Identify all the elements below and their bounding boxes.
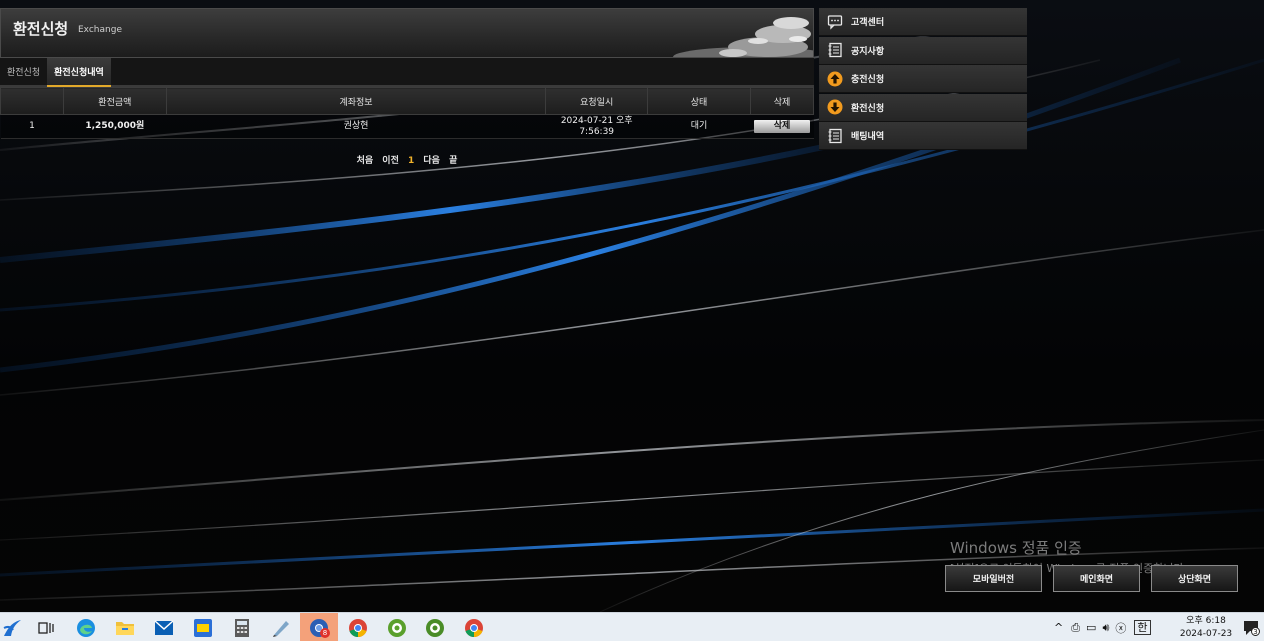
menu-charge-request[interactable]: 충전신청 [819,65,1027,93]
app-start-icon[interactable] [0,617,24,639]
row-date-line2: 7:56:39 [579,126,615,137]
pager-next[interactable]: 다음 [423,156,440,166]
menu-exchange-request[interactable]: 환전신청 [819,93,1027,122]
clock-date: 2024-07-23 [1179,629,1233,639]
task-view-icon[interactable] [35,617,57,639]
panel-title: 환전신청 [13,20,69,38]
table-header-row: 환전금액 계좌정보 요청일시 상태 삭제 [0,87,815,115]
network-icon[interactable]: ▭ [1086,621,1096,634]
mobile-version-button[interactable]: 모바일버전 [945,565,1042,592]
close-circle-icon[interactable]: ⓧ [1115,620,1126,636]
coin-pile-icon [673,17,813,57]
row-date: 2024-07-21 오후 7:56:39 [545,114,648,139]
arrow-down-circle-icon [827,99,843,115]
notepad-icon [828,128,842,143]
row-no: 1 [0,114,64,139]
system-tray: ^ ⎙ ▭ 🔊︎ ⓧ 한 [1054,613,1151,641]
header-date: 요청일시 [545,87,649,115]
menu-notice[interactable]: 공지사항 [819,36,1027,65]
row-delete-cell: 삭제 [750,114,814,139]
menu-betting-history[interactable]: 배팅내역 [819,122,1027,150]
menu-label: 환전신청 [851,103,885,114]
side-menu: 고객센터 공지사항 충전신청 환전신청 배팅내역 [819,8,1027,151]
chrome-active-icon[interactable]: 8 [300,613,338,641]
row-amount: 1,250,000원 [63,114,167,139]
header-amount: 환전금액 [62,87,167,115]
panel-subtitle: Exchange [78,25,122,35]
volume-icon[interactable]: 🔊︎ [1102,621,1109,635]
header-account: 계좌정보 [165,87,547,115]
calculator-icon[interactable] [231,617,253,639]
green-app-icon[interactable] [386,617,408,639]
menu-label: 공지사항 [851,46,885,57]
pager-current[interactable]: 1 [408,156,414,166]
notification-count: 3 [1251,627,1260,636]
exchange-history-table: 환전금액 계좌정보 요청일시 상태 삭제 1 1,250,000원 권상현 20… [0,87,815,139]
header-no [0,87,64,115]
arrow-up-circle-icon [827,71,843,86]
chevron-up-icon[interactable]: ^ [1054,621,1063,634]
pager-prev[interactable]: 이전 [382,156,399,166]
taskbar: 8 ^ ⎙ ▭ 🔊︎ ⓧ 한 오후 6:18 2024-07-23 3 [0,612,1264,641]
menu-label: 충전신청 [851,75,885,85]
kakao-app-icon[interactable] [192,617,214,639]
edge-browser-icon[interactable] [75,617,97,639]
top-screen-button[interactable]: 상단화면 [1151,565,1238,592]
main-screen-button[interactable]: 메인화면 [1053,565,1140,592]
menu-label: 배팅내역 [851,132,885,142]
pager-first[interactable]: 처음 [357,156,374,166]
notepad-icon [828,42,842,58]
menu-customer-center[interactable]: 고객센터 [819,8,1027,36]
chrome-badge: 8 [320,628,330,638]
watermark-title: Windows 정품 인증 [950,539,1082,557]
tab-exchange-history[interactable]: 환전신청내역 [47,58,111,87]
ime-indicator[interactable]: 한 [1134,620,1151,635]
chrome-icon[interactable] [347,617,369,639]
tab-bar: 환전신청 환전신청내역 [0,58,814,87]
tab-exchange-request[interactable]: 환전신청 [0,58,47,85]
row-account: 권상현 [166,114,546,139]
taskbar-clock[interactable]: 오후 6:18 2024-07-23 [1176,615,1236,641]
mail-icon[interactable] [153,617,175,639]
header-delete: 삭제 [749,87,815,115]
onedrive-icon[interactable]: ⎙ [1071,621,1080,635]
delete-button[interactable]: 삭제 [753,120,810,133]
pagination: 처음 이전 1 다음 끝 [0,153,814,166]
row-date-line1: 2024-07-21 오후 [560,115,633,126]
notification-icon[interactable]: 3 [1240,617,1262,639]
chat-icon [827,14,843,30]
menu-label: 고객센터 [851,18,885,28]
exchange-panel: 환전신청 Exchange 환전신청 환전신청내역 환전금액 계좌정보 요청일시 [0,8,815,166]
panel-header: 환전신청 Exchange [0,8,814,58]
header-status: 상태 [647,87,751,115]
file-explorer-icon[interactable] [114,617,136,639]
clock-time: 오후 6:18 [1186,616,1226,626]
chrome-icon-2[interactable] [463,617,485,639]
table-row: 1 1,250,000원 권상현 2024-07-21 오후 7:56:39 대… [0,114,814,139]
pager-last[interactable]: 끝 [449,156,457,166]
green-app-icon-2[interactable] [424,617,446,639]
row-status: 대기 [647,114,751,139]
notepad-app-icon[interactable] [270,617,292,639]
